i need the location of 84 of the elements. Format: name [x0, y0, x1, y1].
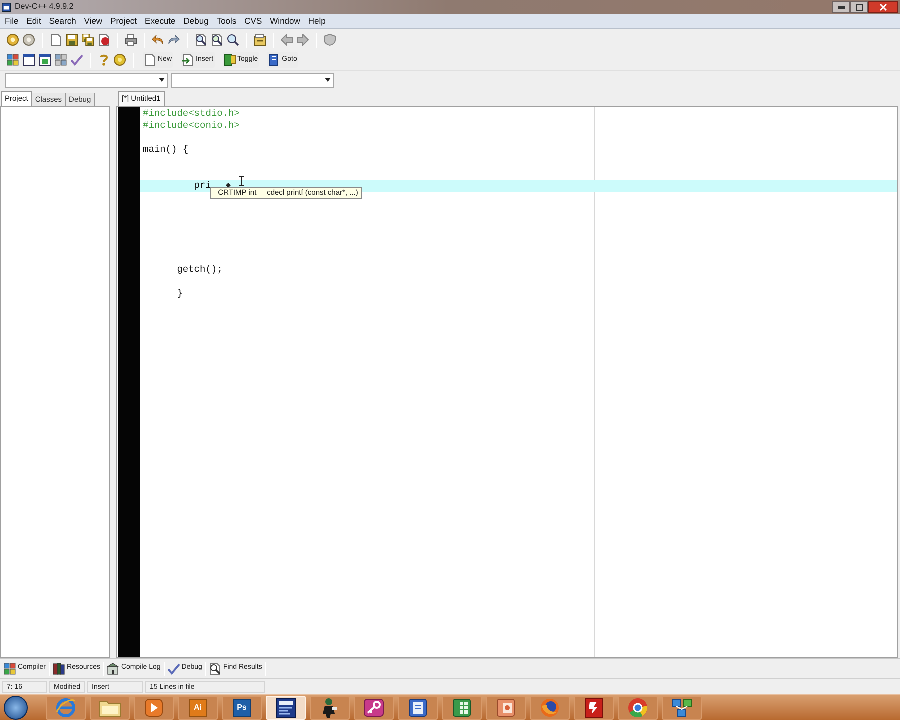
search-icon[interactable]: [209, 662, 222, 674]
menu-item[interactable]: Project: [106, 14, 142, 28]
window-icon[interactable]: [23, 54, 35, 66]
checkmark-icon[interactable]: [168, 662, 180, 674]
shield-icon[interactable]: [324, 34, 336, 46]
spreadsheet-icon[interactable]: [453, 698, 471, 716]
app-tile: Ps: [233, 698, 251, 716]
grid-icon[interactable]: [7, 54, 19, 66]
document-tile-icon[interactable]: [409, 698, 427, 716]
minimize-button[interactable]: [832, 1, 850, 13]
jump-icon[interactable]: [254, 34, 266, 46]
replace-icon[interactable]: [211, 34, 223, 46]
save-icon[interactable]: [66, 34, 78, 46]
checkmark-icon[interactable]: [71, 54, 83, 66]
text-cursor-icon: [239, 176, 244, 186]
flame-globe-icon[interactable]: [540, 698, 560, 718]
menu-item[interactable]: File: [1, 14, 23, 28]
cartoon-figure-icon[interactable]: [322, 698, 338, 718]
taskbar-button[interactable]: Ps: [222, 696, 262, 720]
save-all-icon[interactable]: [82, 34, 94, 46]
code-line: }: [176, 288, 183, 300]
menu-item[interactable]: Tools: [212, 14, 241, 28]
code-line: #include<conio.h>: [143, 120, 240, 132]
redo-icon[interactable]: [168, 34, 180, 46]
back-arrow-icon[interactable]: [281, 34, 293, 46]
question-mark-icon[interactable]: [98, 54, 110, 66]
disc-icon[interactable]: [7, 34, 19, 46]
code-line: getch();: [176, 264, 223, 276]
close-file-icon[interactable]: [98, 34, 110, 46]
segmented-circle-icon[interactable]: [628, 698, 648, 718]
page-icon[interactable]: [144, 54, 156, 66]
play-icon[interactable]: [145, 698, 163, 716]
network-icon[interactable]: [672, 698, 692, 716]
key-icon[interactable]: [364, 698, 384, 716]
disc-icon[interactable]: [114, 54, 126, 66]
menu-item[interactable]: Search: [45, 14, 80, 28]
menu-item[interactable]: Debug: [180, 14, 213, 28]
code-window-icon[interactable]: [276, 698, 296, 718]
app-icon: [2, 2, 11, 12]
lightning-tile-icon[interactable]: [585, 698, 603, 718]
caret-icon[interactable]: [325, 78, 331, 82]
taskbar-button[interactable]: [442, 696, 482, 720]
code-line: main() {: [143, 144, 189, 156]
page-arrow-icon[interactable]: [182, 54, 194, 66]
code-line: #include<stdio.h>: [143, 108, 240, 120]
search-icon[interactable]: [195, 34, 207, 46]
app-tile: Ai: [189, 698, 207, 716]
maximize-icon[interactable]: [856, 4, 862, 10]
code-line: pri: [193, 180, 212, 192]
maximize-button[interactable]: [850, 1, 868, 13]
menu-item[interactable]: Help: [304, 14, 330, 28]
minimize-icon[interactable]: [838, 6, 844, 8]
taskbar-button[interactable]: [310, 696, 350, 720]
dropdown-field[interactable]: [5, 72, 168, 88]
close-button[interactable]: [868, 1, 898, 13]
grid-icon[interactable]: [55, 54, 67, 66]
disc-icon[interactable]: [23, 34, 35, 46]
bookmark-icon[interactable]: [268, 54, 280, 66]
books-icon[interactable]: [53, 662, 66, 674]
menu-item[interactable]: View: [80, 14, 107, 28]
taskbar-button[interactable]: [354, 696, 394, 720]
window-title: Dev-C++ 4.9.9.2: [15, 1, 74, 13]
forward-arrow-icon[interactable]: [297, 34, 309, 46]
dropdown-field[interactable]: [171, 72, 334, 88]
window-grid-icon[interactable]: [39, 54, 51, 66]
menu-item[interactable]: CVS: [240, 14, 266, 28]
taskbar-button[interactable]: [574, 696, 614, 720]
new-file-icon[interactable]: [50, 34, 62, 46]
taskbar-button[interactable]: [398, 696, 438, 720]
menu-item[interactable]: Window: [266, 14, 304, 28]
start-orb-button[interactable]: [4, 696, 28, 720]
taskbar-button[interactable]: [134, 696, 174, 720]
search-next-icon[interactable]: [227, 34, 239, 46]
close-icon[interactable]: [880, 4, 886, 10]
menu-item[interactable]: Edit: [22, 14, 46, 28]
building-icon[interactable]: [107, 662, 120, 674]
print-icon[interactable]: [125, 34, 137, 46]
menu-item[interactable]: Execute: [141, 14, 180, 28]
grid-icon[interactable]: [4, 662, 16, 674]
folder-icon[interactable]: [99, 698, 121, 716]
caret-icon[interactable]: [159, 78, 165, 82]
bookmark-icon[interactable]: [224, 54, 236, 66]
slides-icon[interactable]: [497, 698, 515, 716]
undo-icon[interactable]: [152, 34, 164, 46]
